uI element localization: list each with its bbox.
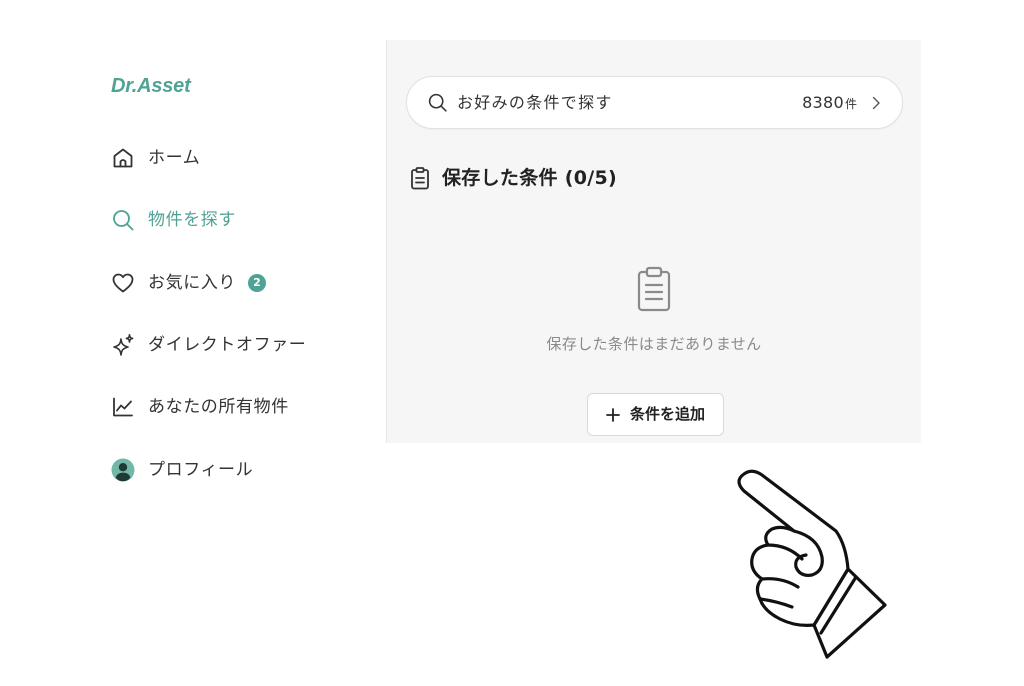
empty-state-message: 保存した条件はまだありません — [546, 335, 762, 353]
chevron-right-icon — [872, 96, 880, 110]
search-icon — [113, 210, 134, 231]
sidebar-item-owned-properties[interactable]: あなたの所有物件 — [111, 394, 289, 420]
add-condition-label: 条件を追加 — [629, 405, 705, 423]
add-condition-button[interactable]: 条件を追加 — [587, 393, 724, 436]
clipboard-icon — [637, 266, 671, 312]
result-count-unit: 件 — [844, 97, 857, 111]
plus-icon — [606, 407, 620, 422]
sidebar-item-label: あなたの所有物件 — [148, 397, 289, 417]
result-count-value: 8380 — [802, 93, 844, 112]
sidebar-item-search[interactable]: 物件を探す — [111, 207, 236, 233]
heart-icon — [112, 273, 134, 293]
pointing-hand-icon — [737, 469, 887, 659]
main-panel: お好みの条件で探す 8380 件 保存した条件 (0/5) 保存した条件はまだあ… — [386, 40, 921, 443]
sidebar-item-label: ダイレクトオファー — [148, 335, 307, 355]
sidebar-item-label: お気に入り — [148, 273, 236, 293]
sidebar-item-favorites[interactable]: お気に入り 2 — [111, 270, 266, 296]
search-conditions-bar[interactable]: お好みの条件で探す 8380 件 — [406, 76, 903, 129]
sparkles-icon — [113, 334, 134, 356]
sidebar-item-label: 物件を探す — [148, 210, 236, 230]
search-bar-label: お好みの条件で探す — [457, 93, 613, 112]
search-result-count: 8380 件 — [802, 91, 881, 115]
saved-conditions-title: 保存した条件 (0/5) — [442, 167, 617, 189]
search-icon — [428, 93, 447, 112]
favorites-count-badge: 2 — [248, 274, 266, 292]
sidebar-item-home[interactable]: ホーム — [111, 145, 200, 171]
sidebar-item-profile[interactable]: プロフィール — [111, 457, 253, 483]
avatar-icon — [111, 458, 135, 482]
app-logo[interactable]: Dr.Asset — [111, 73, 191, 99]
clipboard-icon — [411, 167, 429, 190]
line-chart-icon — [113, 397, 133, 417]
sidebar-item-direct-offer[interactable]: ダイレクトオファー — [111, 332, 306, 358]
sidebar-item-label: プロフィール — [148, 460, 254, 480]
sidebar-item-label: ホーム — [148, 148, 201, 168]
home-icon — [113, 148, 133, 168]
